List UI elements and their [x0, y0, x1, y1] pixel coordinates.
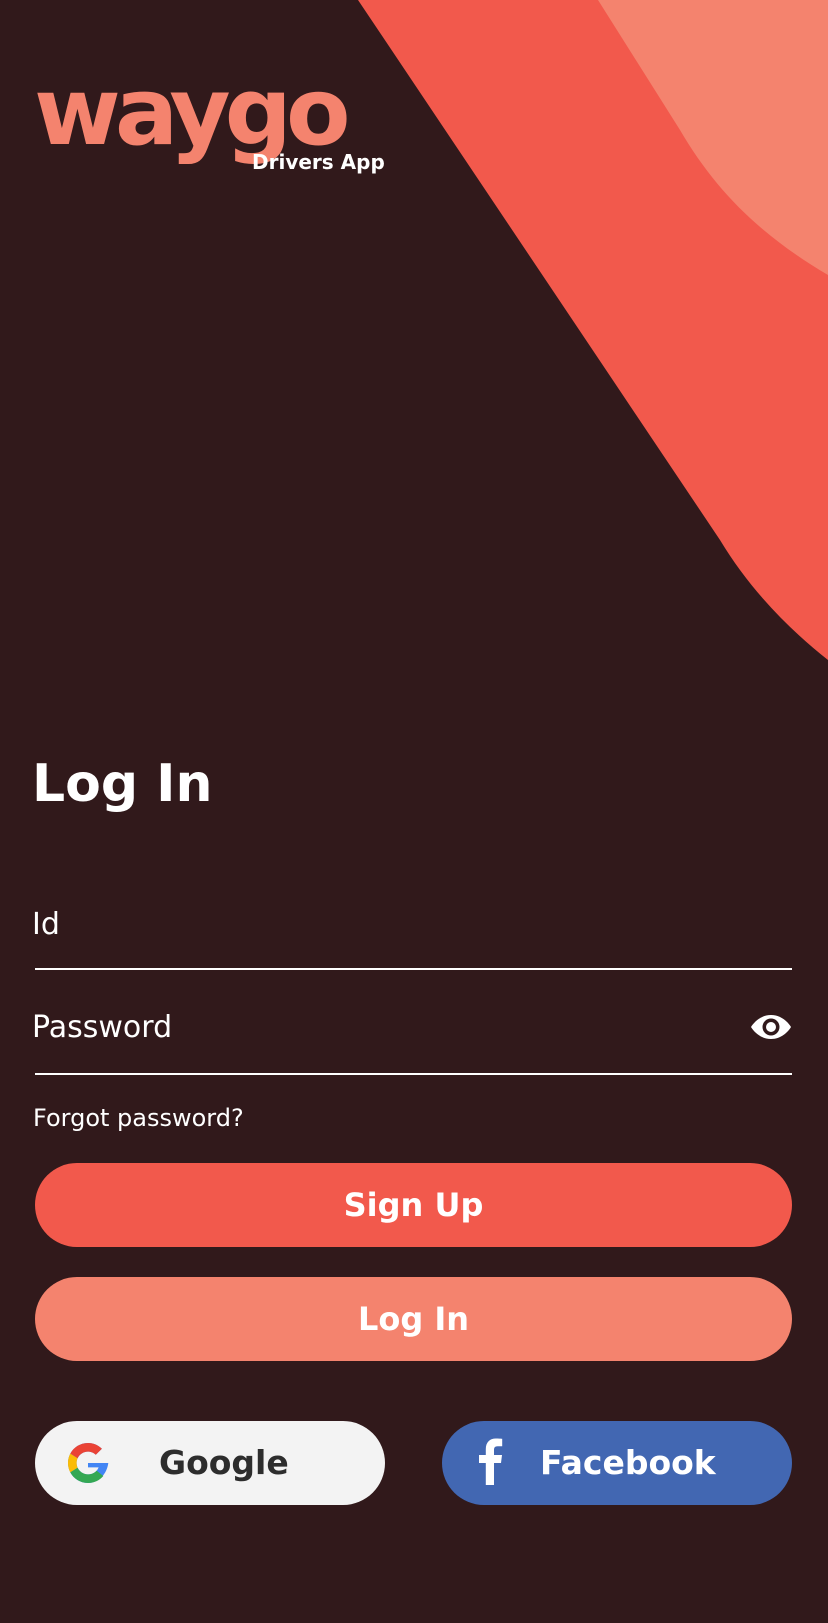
password-input[interactable] — [32, 1005, 712, 1049]
waygo-logo: waygo Drivers App — [34, 66, 385, 180]
google-icon — [68, 1443, 109, 1483]
password-underline — [35, 1073, 792, 1075]
facebook-button-label: Facebook — [540, 1443, 716, 1482]
page-title: Log In — [32, 754, 213, 814]
forgot-password-link[interactable]: Forgot password? — [33, 1104, 244, 1132]
logo-wordmark: waygo — [34, 58, 351, 167]
facebook-icon — [479, 1438, 503, 1485]
password-field — [32, 1005, 792, 1075]
id-field — [32, 902, 792, 970]
id-underline — [35, 968, 792, 970]
google-login-button[interactable]: Google — [35, 1421, 385, 1505]
sign-up-button[interactable]: Sign Up — [35, 1163, 792, 1247]
id-input[interactable] — [32, 902, 712, 946]
log-in-button[interactable]: Log In — [35, 1277, 792, 1361]
logo-subtitle: Drivers App — [252, 150, 385, 174]
login-screen: waygo Drivers App Log In Forgot password… — [0, 0, 828, 1623]
eye-icon[interactable] — [750, 1012, 792, 1042]
google-button-label: Google — [159, 1443, 289, 1482]
facebook-login-button[interactable]: Facebook — [442, 1421, 792, 1505]
